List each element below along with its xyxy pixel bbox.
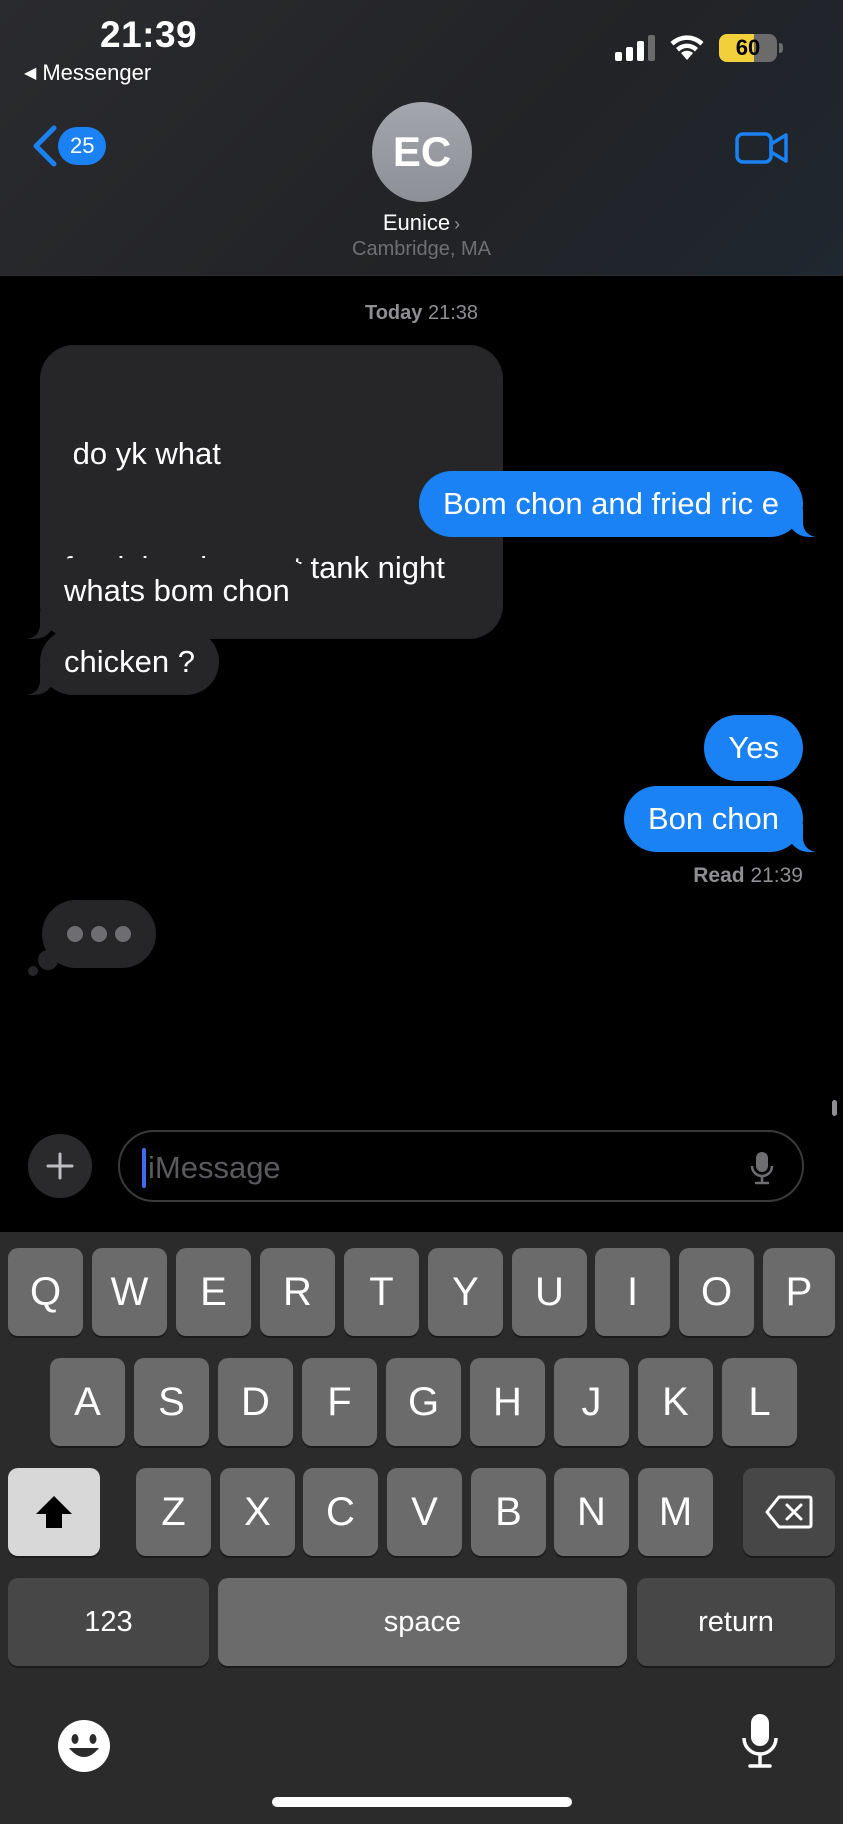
- key-g[interactable]: G: [386, 1358, 461, 1446]
- video-call-button[interactable]: [735, 128, 789, 173]
- timestamp-day: Today: [364, 302, 423, 324]
- back-to-app-link[interactable]: ◀ Messenger: [24, 60, 151, 86]
- message-text: Yes: [728, 730, 779, 765]
- message-text: do yk what: [64, 436, 221, 471]
- message-bubble-outgoing[interactable]: Bon chon: [624, 786, 825, 852]
- battery-icon: 60: [719, 34, 777, 62]
- key-y[interactable]: Y: [428, 1248, 503, 1336]
- back-triangle-icon: ◀: [24, 65, 37, 82]
- key-q[interactable]: Q: [8, 1248, 83, 1336]
- message-input[interactable]: iMessage: [118, 1130, 804, 1202]
- delete-key[interactable]: [743, 1468, 835, 1556]
- key-w[interactable]: W: [92, 1248, 167, 1336]
- chevron-left-icon: [33, 125, 57, 167]
- typing-dot: [115, 926, 131, 942]
- key-m[interactable]: M: [638, 1468, 713, 1556]
- contact-name[interactable]: Eunice ›: [0, 210, 843, 236]
- key-a[interactable]: A: [50, 1358, 125, 1446]
- video-camera-icon: [735, 132, 788, 164]
- space-key[interactable]: space: [218, 1578, 627, 1666]
- message-bubble-outgoing[interactable]: Yes: [704, 715, 803, 781]
- back-app-label: Messenger: [42, 60, 152, 85]
- key-z[interactable]: Z: [136, 1468, 211, 1556]
- read-time: 21:39: [750, 864, 803, 887]
- key-s[interactable]: S: [134, 1358, 209, 1446]
- read-receipt: Read 21:39: [693, 864, 803, 888]
- dictation-button[interactable]: [750, 1150, 774, 1191]
- emoji-button[interactable]: [56, 1718, 112, 1779]
- unread-badge: 25: [58, 127, 107, 165]
- key-e[interactable]: E: [176, 1248, 251, 1336]
- key-n[interactable]: N: [554, 1468, 629, 1556]
- key-b[interactable]: B: [471, 1468, 546, 1556]
- home-indicator[interactable]: [272, 1797, 572, 1807]
- contact-location: Cambridge, MA: [352, 238, 491, 260]
- key-p[interactable]: P: [763, 1248, 835, 1336]
- shift-key[interactable]: [8, 1468, 100, 1556]
- numbers-key[interactable]: 123: [8, 1578, 209, 1666]
- message-bubble-incoming[interactable]: chicken ?: [18, 629, 219, 695]
- delete-backspace-icon: [765, 1495, 813, 1529]
- shift-arrow-icon: [36, 1496, 72, 1528]
- timestamp-time: 21:38: [427, 302, 479, 324]
- plus-icon: [46, 1152, 74, 1180]
- wifi-icon: [670, 35, 704, 60]
- typing-indicator: [42, 900, 156, 968]
- conversation-timestamp: Today 21:38: [0, 302, 843, 325]
- message-text: Bon chon: [648, 801, 779, 836]
- typing-tail: [38, 950, 58, 970]
- typing-tail: [28, 966, 38, 976]
- message-bubble-incoming[interactable]: whats bom chon: [40, 558, 314, 624]
- text-caret: [142, 1148, 146, 1188]
- key-t[interactable]: T: [344, 1248, 419, 1336]
- avatar[interactable]: EC: [372, 102, 472, 202]
- emoji-smile-icon: [58, 1720, 110, 1772]
- typing-dot: [91, 926, 107, 942]
- key-r[interactable]: R: [260, 1248, 335, 1336]
- key-j[interactable]: J: [554, 1358, 629, 1446]
- key-v[interactable]: V: [387, 1468, 462, 1556]
- key-h[interactable]: H: [470, 1358, 545, 1446]
- key-l[interactable]: L: [722, 1358, 797, 1446]
- back-button[interactable]: 25: [30, 124, 107, 168]
- key-o[interactable]: O: [679, 1248, 754, 1336]
- message-input-placeholder: iMessage: [148, 1150, 281, 1185]
- apps-plus-button[interactable]: [28, 1134, 92, 1198]
- conversation-header: 21:39 ◀ Messenger 60 25 EC Eunice › Cambr…: [0, 0, 843, 276]
- key-u[interactable]: U: [512, 1248, 587, 1336]
- key-i[interactable]: I: [595, 1248, 670, 1336]
- message-bubble-outgoing[interactable]: Bom chon and fried ric e: [418, 471, 826, 537]
- cellular-signal-icon: [615, 35, 655, 61]
- return-key[interactable]: return: [637, 1578, 835, 1666]
- microphone-icon: [742, 1714, 778, 1768]
- key-c[interactable]: C: [303, 1468, 378, 1556]
- chevron-right-icon: ›: [454, 214, 461, 234]
- status-time: 21:39: [100, 14, 198, 55]
- key-x[interactable]: X: [220, 1468, 295, 1556]
- key-d[interactable]: D: [218, 1358, 293, 1446]
- status-indicators: 60: [615, 34, 783, 62]
- key-f[interactable]: F: [302, 1358, 377, 1446]
- battery-percent: 60: [735, 35, 761, 60]
- message-text: chicken ?: [64, 644, 195, 679]
- contact-name-label: Eunice: [382, 210, 451, 235]
- microphone-icon: [750, 1152, 774, 1185]
- message-text: Bom chon and fried ric e: [442, 486, 779, 521]
- key-k[interactable]: K: [638, 1358, 713, 1446]
- read-label: Read: [693, 864, 745, 887]
- message-text: whats bom chon: [64, 573, 290, 608]
- keyboard-dictation-button[interactable]: [741, 1712, 779, 1775]
- scroll-indicator[interactable]: [832, 1100, 837, 1116]
- typing-dot: [67, 926, 83, 942]
